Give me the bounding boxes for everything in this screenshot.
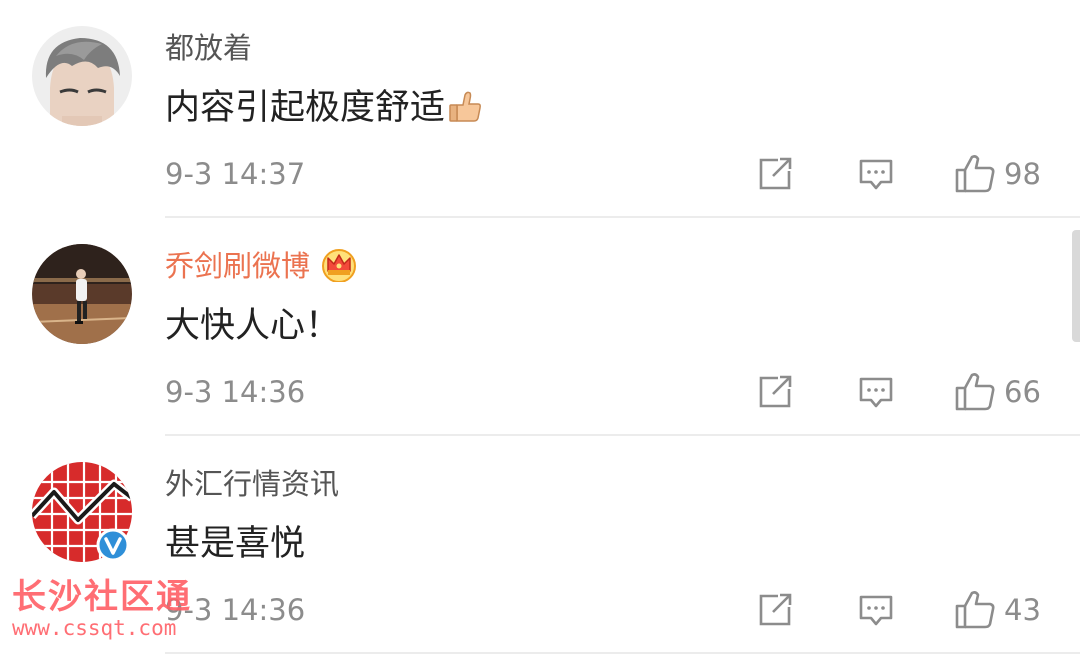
like-count: 43 — [1004, 593, 1041, 627]
like-button[interactable]: 98 — [954, 154, 1041, 194]
thumbs-up-emoji-icon — [447, 89, 483, 138]
like-icon — [955, 591, 995, 629]
user-avatar[interactable] — [32, 244, 132, 344]
like-icon — [955, 155, 995, 193]
forward-icon — [759, 157, 792, 190]
comment-timestamp: 9-3 14:36 — [165, 375, 306, 409]
username-label: 乔剑刷微博 — [165, 249, 311, 283]
verified-badge-icon — [96, 528, 130, 562]
comment-item: 乔剑刷微博 大快人心！ 9-3 14:36 66 — [0, 218, 1080, 436]
forward-button[interactable] — [756, 154, 794, 194]
comment-text: 甚是喜悦 — [165, 524, 306, 564]
username[interactable]: 都放着 — [165, 28, 252, 68]
comment-text: 内容引起极度舒适 — [165, 84, 483, 138]
forward-button[interactable] — [756, 590, 794, 630]
scrollbar-thumb[interactable] — [1072, 230, 1080, 342]
comment-icon — [859, 595, 893, 626]
username[interactable]: 乔剑刷微博 — [165, 246, 358, 292]
reply-button[interactable] — [857, 154, 895, 194]
comment-icon — [859, 377, 893, 408]
comment-timestamp: 9-3 14:36 — [165, 593, 306, 627]
user-avatar[interactable] — [32, 26, 132, 126]
like-icon — [955, 373, 995, 411]
reply-button[interactable] — [857, 372, 895, 412]
comment-timestamp: 9-3 14:37 — [165, 157, 306, 191]
reply-button[interactable] — [857, 590, 895, 630]
divider — [165, 652, 1080, 654]
comment-item: 都放着 内容引起极度舒适 9-3 14:37 98 — [0, 0, 1080, 218]
comment-text: 大快人心！ — [165, 306, 341, 346]
username[interactable]: 外汇行情资讯 — [165, 464, 339, 504]
forward-button[interactable] — [756, 372, 794, 412]
forward-icon — [759, 375, 792, 408]
forward-icon — [759, 593, 792, 626]
comment-item: 外汇行情资讯 甚是喜悦 9-3 14:36 43 — [0, 436, 1080, 654]
like-button[interactable]: 43 — [954, 590, 1041, 630]
like-count: 98 — [1004, 157, 1041, 191]
like-count: 66 — [1004, 375, 1041, 409]
comment-text-label: 内容引起极度舒适 — [165, 88, 446, 128]
vip-crown-icon — [320, 246, 358, 292]
like-button[interactable]: 66 — [954, 372, 1041, 412]
comment-icon — [859, 159, 893, 190]
